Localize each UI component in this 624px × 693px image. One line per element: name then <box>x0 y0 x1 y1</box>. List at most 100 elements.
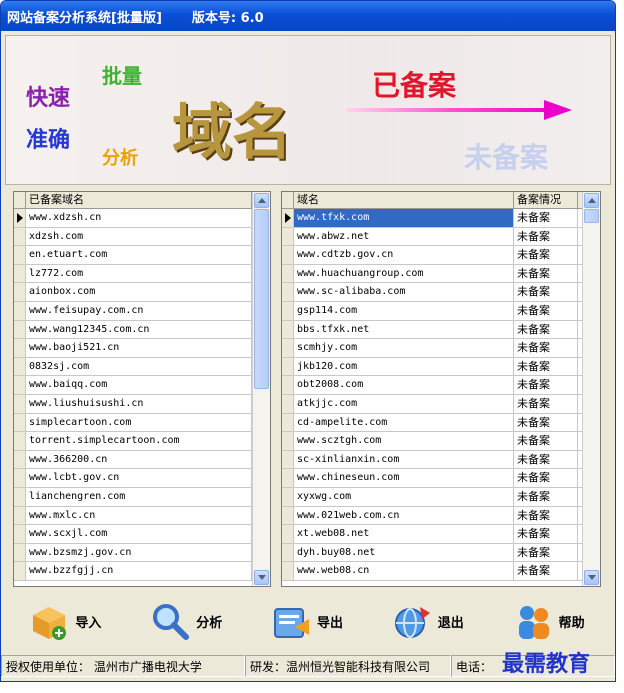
status-cell[interactable]: 未备案 <box>514 246 578 264</box>
table-row[interactable]: www.scztgh.com 未备案 <box>282 432 600 451</box>
table-row[interactable]: www.mxlc.cn <box>14 506 270 526</box>
registered-domain-cell[interactable]: www.mxlc.cn <box>26 506 252 525</box>
table-row[interactable]: www.baiqq.com <box>14 376 270 395</box>
table-row[interactable]: jkb120.com 未备案 <box>282 357 600 377</box>
registered-domain-cell[interactable]: www.wang12345.com.cn <box>26 320 252 339</box>
status-cell[interactable]: 未备案 <box>514 394 578 413</box>
status-cell[interactable]: 未备案 <box>514 432 578 450</box>
scroll-down-icon[interactable] <box>254 570 269 585</box>
registered-domains-grid[interactable]: 已备案域名 www.xdzsh.cn xdzsh.com en.etuart.com… <box>13 191 271 587</box>
domain-cell[interactable]: obt2008.com <box>294 376 514 394</box>
domain-cell[interactable]: www.021web.com.cn <box>294 506 514 525</box>
registered-domain-cell[interactable]: 0832sj.com <box>26 357 252 376</box>
status-cell[interactable]: 未备案 <box>514 543 578 562</box>
status-cell[interactable]: 未备案 <box>514 450 578 469</box>
column-header-status[interactable]: 备案情况 <box>514 192 578 208</box>
status-cell[interactable]: 未备案 <box>514 469 578 487</box>
table-row[interactable]: obt2008.com 未备案 <box>282 376 600 395</box>
table-row[interactable]: lz772.com <box>14 264 270 284</box>
registered-domain-cell[interactable]: www.xdzsh.cn <box>26 209 252 227</box>
status-cell[interactable]: 未备案 <box>514 320 578 339</box>
scroll-thumb[interactable] <box>254 209 269 389</box>
table-row[interactable]: www.scxjl.com <box>14 525 270 544</box>
status-cell[interactable]: 未备案 <box>514 209 578 227</box>
table-row[interactable]: aionbox.com <box>14 283 270 302</box>
domain-cell[interactable]: sc-xinlianxin.com <box>294 450 514 469</box>
column-header-domain[interactable]: 域名 <box>294 192 514 208</box>
registered-domain-cell[interactable]: en.etuart.com <box>26 246 252 264</box>
scroll-thumb[interactable] <box>584 209 599 223</box>
table-row[interactable]: scmhjy.com 未备案 <box>282 339 600 358</box>
registered-domain-cell[interactable]: simplecartoon.com <box>26 413 252 432</box>
table-row[interactable]: 0832sj.com <box>14 357 270 377</box>
registered-domain-cell[interactable]: www.baoji521.cn <box>26 339 252 357</box>
analyze-button[interactable]: 分析 <box>150 601 222 641</box>
domain-cell[interactable]: bbs.tfxk.net <box>294 320 514 339</box>
registered-domain-cell[interactable]: lianchengren.com <box>26 487 252 506</box>
registered-domain-cell[interactable]: www.lcbt.gov.cn <box>26 469 252 487</box>
registered-domain-cell[interactable]: www.bzzfgjj.cn <box>26 562 252 580</box>
status-cell[interactable]: 未备案 <box>514 227 578 246</box>
status-cell[interactable]: 未备案 <box>514 301 578 320</box>
table-row[interactable]: www.web08.cn 未备案 <box>282 562 600 581</box>
scroll-up-icon[interactable] <box>584 193 599 208</box>
table-row[interactable]: xt.web08.net 未备案 <box>282 525 600 544</box>
table-row[interactable]: www.feisupay.com.cn <box>14 301 270 321</box>
table-row[interactable]: www.cdtzb.gov.cn 未备案 <box>282 246 600 265</box>
table-row[interactable]: www.baoji521.cn <box>14 339 270 358</box>
domain-cell[interactable]: xyxwg.com <box>294 487 514 506</box>
table-row[interactable]: www.huachuangroup.com 未备案 <box>282 264 600 284</box>
table-row[interactable]: www.366200.cn <box>14 450 270 470</box>
domain-cell[interactable]: atkjjc.com <box>294 394 514 413</box>
domain-cell[interactable]: gsp114.com <box>294 301 514 320</box>
domain-cell[interactable]: xt.web08.net <box>294 525 514 543</box>
registered-domain-cell[interactable]: aionbox.com <box>26 283 252 301</box>
table-row[interactable]: dyh.buy08.net 未备案 <box>282 543 600 563</box>
status-cell[interactable]: 未备案 <box>514 339 578 357</box>
registered-domain-cell[interactable]: lz772.com <box>26 264 252 283</box>
scroll-up-icon[interactable] <box>254 193 269 208</box>
right-scrollbar[interactable] <box>582 192 600 586</box>
table-row[interactable]: www.tfxk.com 未备案 <box>282 209 600 228</box>
domain-cell[interactable]: dyh.buy08.net <box>294 543 514 562</box>
domain-cell[interactable]: www.web08.cn <box>294 562 514 580</box>
domain-cell[interactable]: scmhjy.com <box>294 339 514 357</box>
table-row[interactable]: gsp114.com 未备案 <box>282 301 600 321</box>
help-button[interactable]: 帮助 <box>513 601 585 641</box>
status-cell[interactable]: 未备案 <box>514 525 578 543</box>
export-button[interactable]: 导出 <box>271 601 343 641</box>
status-cell[interactable]: 未备案 <box>514 357 578 376</box>
table-row[interactable]: www.021web.com.cn 未备案 <box>282 506 600 526</box>
title-bar[interactable]: 网站备案分析系统[批量版] 版本号: 6.0 <box>1 1 615 31</box>
status-cell[interactable]: 未备案 <box>514 283 578 301</box>
table-row[interactable]: www.sc-alibaba.com 未备案 <box>282 283 600 302</box>
exit-button[interactable]: 退出 <box>392 601 464 641</box>
table-row[interactable]: bbs.tfxk.net 未备案 <box>282 320 600 340</box>
registered-domain-cell[interactable]: www.liushuisushi.cn <box>26 394 252 413</box>
domain-cell[interactable]: www.sc-alibaba.com <box>294 283 514 301</box>
registered-domain-cell[interactable]: www.feisupay.com.cn <box>26 301 252 320</box>
registered-domain-cell[interactable]: xdzsh.com <box>26 227 252 246</box>
table-row[interactable]: www.abwz.net 未备案 <box>282 227 600 247</box>
domain-cell[interactable]: www.scztgh.com <box>294 432 514 450</box>
scroll-down-icon[interactable] <box>584 570 599 585</box>
registered-domain-cell[interactable]: www.bzsmzj.gov.cn <box>26 543 252 562</box>
registered-domain-cell[interactable]: www.366200.cn <box>26 450 252 469</box>
table-row[interactable]: www.wang12345.com.cn <box>14 320 270 340</box>
domain-cell[interactable]: www.tfxk.com <box>294 209 514 227</box>
table-row[interactable]: xyxwg.com 未备案 <box>282 487 600 507</box>
registered-domain-cell[interactable]: www.baiqq.com <box>26 376 252 394</box>
status-cell[interactable]: 未备案 <box>514 562 578 580</box>
status-cell[interactable]: 未备案 <box>514 264 578 283</box>
domain-cell[interactable]: jkb120.com <box>294 357 514 376</box>
table-row[interactable]: www.liushuisushi.cn <box>14 394 270 414</box>
domain-cell[interactable]: www.huachuangroup.com <box>294 264 514 283</box>
status-cell[interactable]: 未备案 <box>514 487 578 506</box>
table-row[interactable]: xdzsh.com <box>14 227 270 247</box>
status-cell[interactable]: 未备案 <box>514 376 578 394</box>
table-row[interactable]: sc-xinlianxin.com 未备案 <box>282 450 600 470</box>
table-row[interactable]: en.etuart.com <box>14 246 270 265</box>
status-cell[interactable]: 未备案 <box>514 506 578 525</box>
table-row[interactable]: lianchengren.com <box>14 487 270 507</box>
registered-domain-cell[interactable]: torrent.simplecartoon.com <box>26 432 252 450</box>
